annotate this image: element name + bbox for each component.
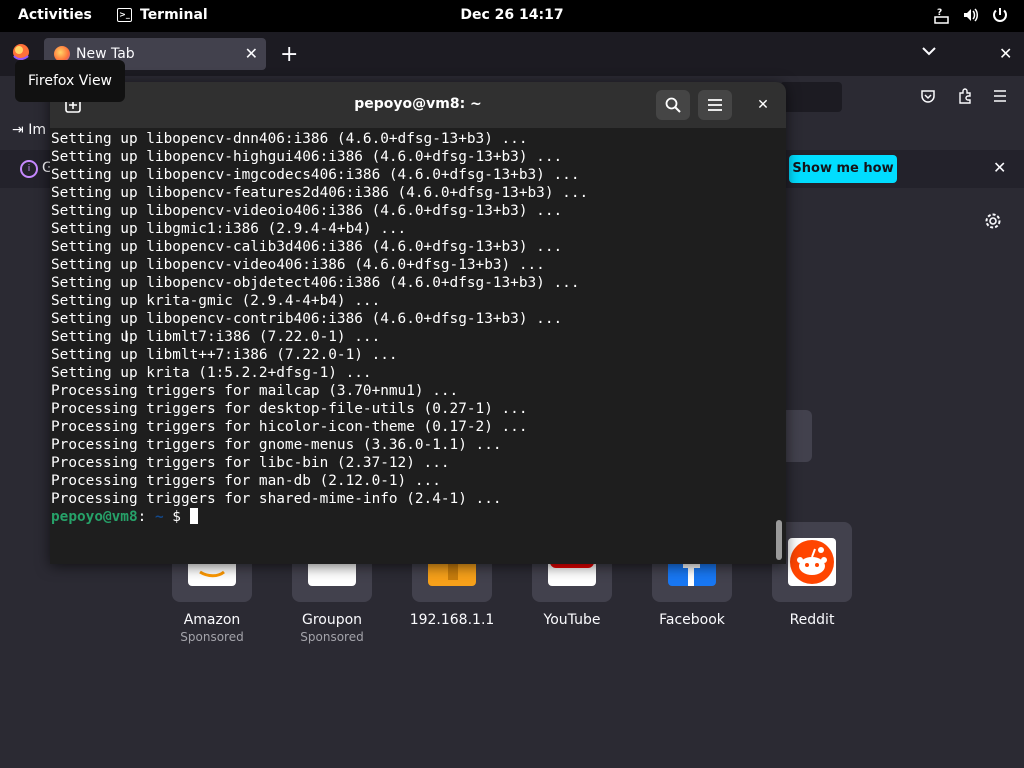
mouse-ibeam-cursor-icon: I: [124, 327, 129, 346]
shortcut-name: Facebook: [659, 612, 725, 628]
menu-button[interactable]: [698, 90, 732, 120]
close-button[interactable]: ✕: [746, 90, 780, 120]
output-line: Setting up libgmic1:i386 (2.9.4-4+b4) ..…: [51, 221, 407, 237]
output-line: Setting up libmlt++7:i386 (7.22.0-1) ...: [51, 347, 398, 363]
shortcut-name: Reddit: [789, 612, 835, 628]
output-line: Processing triggers for desktop-file-uti…: [51, 401, 528, 417]
prompt-user: pepoyo@vm8: [51, 509, 138, 525]
gear-icon[interactable]: [984, 212, 1002, 235]
prompt-symbol: $: [163, 509, 190, 525]
new-tab-plus-icon[interactable]: +: [280, 42, 298, 67]
url-bar[interactable]: [780, 82, 842, 112]
terminal-output[interactable]: Setting up libopencv-dnn406:i386 (4.6.0+…: [51, 130, 771, 562]
hamburger-menu-icon[interactable]: [992, 88, 1008, 108]
text-cursor: [189, 508, 198, 524]
import-icon: ⇥: [12, 122, 24, 138]
app-name: Terminal: [140, 7, 208, 23]
output-line: Processing triggers for gnome-menus (3.3…: [51, 437, 502, 453]
prompt-separator: :: [137, 509, 147, 525]
scrollbar[interactable]: [772, 130, 786, 564]
output-line: Setting up libopencv-highgui406:i386 (4.…: [51, 149, 563, 165]
output-line: Setting up krita-gmic (2.9.4-4+b4) ...: [51, 293, 381, 309]
search-button[interactable]: [656, 90, 690, 120]
app-menu-button[interactable]: >_ Terminal: [117, 7, 208, 23]
prompt-path: ~: [146, 509, 164, 525]
output-line: Setting up libopencv-videoio406:i386 (4.…: [51, 203, 563, 219]
accessibility-icon: ?: [933, 6, 950, 24]
pocket-icon[interactable]: [920, 88, 936, 108]
sponsored-label: Sponsored: [300, 630, 364, 644]
firefox-view-tooltip: Firefox View: [15, 60, 126, 102]
tab-list-chevron-icon[interactable]: [922, 44, 936, 60]
notice-close-icon[interactable]: ✕: [993, 158, 1006, 177]
hamburger-icon: [708, 99, 722, 111]
output-line: Setting up libopencv-video406:i386 (4.6.…: [51, 257, 545, 273]
terminal-icon: >_: [117, 8, 132, 22]
power-icon: [991, 6, 1008, 24]
scrollbar-thumb[interactable]: [776, 520, 782, 560]
terminal-header-bar[interactable]: pepoyo@vm8: ~ ✕: [50, 82, 786, 128]
close-icon: ✕: [757, 97, 769, 113]
output-line: Setting up libopencv-objdetect406:i386 (…: [51, 275, 580, 291]
shortcut-name: 192.168.1.1: [409, 612, 495, 628]
shortcut-name: YouTube: [543, 612, 601, 628]
output-line: Setting up krita (1:5.2.2+dfsg-1) ...: [51, 365, 372, 381]
output-line: Processing triggers for hicolor-icon-the…: [51, 419, 528, 435]
output-line: Setting up libopencv-imgcodecs406:i386 (…: [51, 167, 580, 183]
activities-button[interactable]: Activities: [18, 7, 92, 23]
reddit-icon: [788, 538, 836, 586]
system-tray[interactable]: ?: [933, 6, 1008, 24]
output-line: Setting up libopencv-features2d406:i386 …: [51, 185, 589, 201]
shortcut-tile[interactable]: [786, 410, 812, 462]
shortcut-name: Groupon: [301, 612, 363, 628]
show-me-how-button[interactable]: Show me how: [789, 155, 897, 183]
output-line: Processing triggers for mailcap (3.70+nm…: [51, 383, 459, 399]
shortcut-name: Amazon: [183, 612, 241, 628]
terminal-window[interactable]: pepoyo@vm8: ~ ✕ Setting up libopencv-dnn…: [50, 82, 786, 564]
volume-icon: [962, 6, 979, 24]
output-line: Setting up libopencv-calib3d406:i386 (4.…: [51, 239, 563, 255]
search-icon: [665, 97, 681, 113]
tab-close-icon[interactable]: ✕: [245, 44, 258, 63]
info-icon: i: [20, 160, 38, 178]
bookmark-import[interactable]: ⇥ Im: [12, 122, 46, 138]
prompt-line[interactable]: pepoyo@vm8: ~ $: [51, 508, 771, 526]
bookmark-label: Im: [28, 122, 46, 138]
output-line: Processing triggers for shared-mime-info…: [51, 491, 502, 507]
output-line: Setting up libmlt7:i386 (7.22.0-1) ...: [51, 329, 381, 345]
output-line: Processing triggers for man-db (2.12.0-1…: [51, 473, 441, 489]
output-line: Processing triggers for libc-bin (2.37-1…: [51, 455, 450, 471]
extensions-icon[interactable]: [957, 88, 973, 108]
output-line: Setting up libopencv-dnn406:i386 (4.6.0+…: [51, 131, 528, 147]
window-close-icon[interactable]: ✕: [999, 44, 1012, 63]
output-line: Setting up libopencv-contrib406:i386 (4.…: [51, 311, 563, 327]
sponsored-label: Sponsored: [180, 630, 244, 644]
top-bar: Activities >_ Terminal Dec 26 14:17 ?: [0, 0, 1024, 32]
